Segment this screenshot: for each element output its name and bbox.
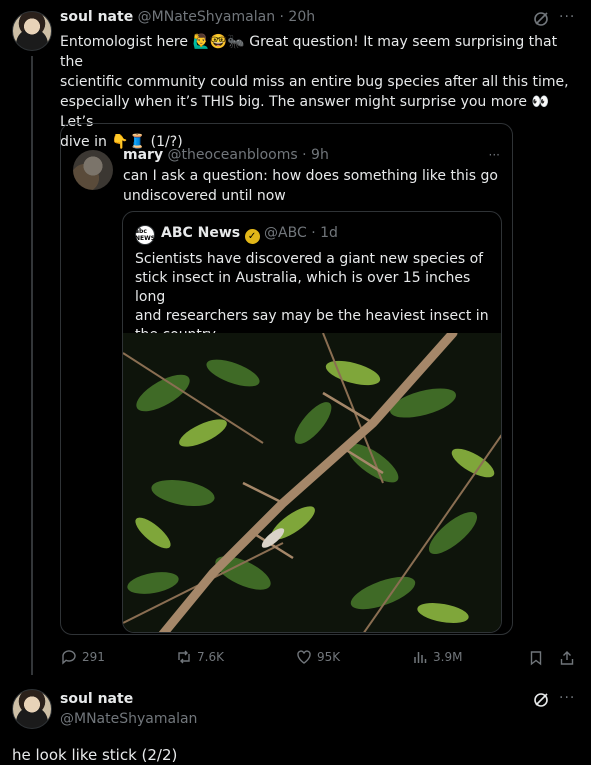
- thread-line: [31, 56, 33, 675]
- abc-news-logo: abc NEWS: [135, 225, 155, 245]
- quote-author-name[interactable]: mary: [123, 147, 163, 163]
- quote-more-icon[interactable]: ···: [489, 148, 500, 162]
- views-button[interactable]: 3.9M: [412, 649, 462, 665]
- nested-text-line: and researchers say may be the heaviest …: [135, 308, 489, 324]
- repost-icon: [178, 650, 190, 664]
- action-bar: 291 7.6K 95K 3.9M: [60, 649, 580, 669]
- nested-author-handle[interactable]: @ABC: [264, 225, 307, 241]
- tweet2-body: he look like stick (2/2): [12, 746, 178, 764]
- nested-body: Scientists have discovered a giant new s…: [135, 250, 495, 345]
- quoted-tweet[interactable]: mary @theoceanblooms · 9h ··· can I ask …: [60, 123, 513, 635]
- nested-author-name[interactable]: ABC News: [161, 225, 240, 241]
- quote-header: mary @theoceanblooms · 9h: [123, 147, 329, 163]
- grok-icon[interactable]: [533, 692, 549, 708]
- analytics-icon: [414, 652, 427, 663]
- view-count: 3.9M: [433, 650, 463, 664]
- nested-time[interactable]: · 1d: [311, 225, 338, 241]
- heart-icon: [297, 650, 311, 664]
- eyes-emoji: 👀: [531, 94, 549, 110]
- like-count: 95K: [317, 650, 341, 664]
- reply-button[interactable]: 291: [61, 649, 105, 665]
- quote-author-handle[interactable]: @theoceanblooms: [168, 147, 298, 163]
- nested-text-line: stick insect in Australia, which is over…: [135, 270, 471, 305]
- tweet-text-line: Entomologist here: [60, 34, 188, 50]
- repost-count: 7.6K: [197, 650, 224, 664]
- share-icon[interactable]: [559, 650, 575, 666]
- reply-icon: [62, 650, 76, 665]
- quote-avatar[interactable]: [73, 150, 113, 190]
- avatar[interactable]: [12, 689, 52, 729]
- tweet-header: soul nate @MNateShyamalan · 20h: [60, 9, 315, 25]
- repost-button[interactable]: 7.6K: [176, 649, 224, 665]
- grok-icon[interactable]: [533, 11, 549, 27]
- nested-quoted-tweet[interactable]: abc NEWS ABC News ✓ @ABC · 1d Scientists…: [122, 211, 502, 633]
- reply-count: 291: [82, 650, 105, 664]
- verified-badge-icon: ✓: [244, 229, 260, 244]
- tweet-text-line: scientific community could miss an entir…: [60, 74, 569, 90]
- quote-time[interactable]: · 9h: [302, 147, 329, 163]
- more-icon[interactable]: ···: [559, 690, 575, 706]
- author-handle[interactable]: @MNateShyamalan: [60, 711, 197, 727]
- tweet-time[interactable]: · 20h: [280, 9, 316, 25]
- quote-text-line: undiscovered until now: [123, 188, 286, 204]
- like-button[interactable]: 95K: [296, 649, 340, 665]
- author-name[interactable]: soul nate: [60, 691, 133, 707]
- tweet-text-line: especially when it’s THIS big. The answe…: [60, 94, 528, 110]
- nested-header: ABC News ✓ @ABC · 1d: [161, 225, 338, 244]
- bug-emoji: 🐜: [227, 34, 245, 50]
- nested-text-line: Scientists have discovered a giant new s…: [135, 251, 484, 267]
- raising-hand-emoji: 🙋‍♂️: [192, 34, 210, 50]
- avatar[interactable]: [12, 11, 52, 51]
- author-name[interactable]: soul nate: [60, 9, 133, 25]
- more-icon[interactable]: ···: [559, 9, 575, 25]
- tweet2-header: soul nate: [60, 691, 133, 707]
- stick-insect-photo[interactable]: [123, 333, 502, 633]
- bookmark-icon[interactable]: [528, 650, 544, 666]
- nerd-face-emoji: 🤓: [209, 34, 228, 50]
- quote-body: can I ask a question: how does something…: [123, 166, 503, 206]
- quote-text-line: can I ask a question: how does something…: [123, 168, 498, 184]
- author-handle[interactable]: @MNateShyamalan: [138, 9, 275, 25]
